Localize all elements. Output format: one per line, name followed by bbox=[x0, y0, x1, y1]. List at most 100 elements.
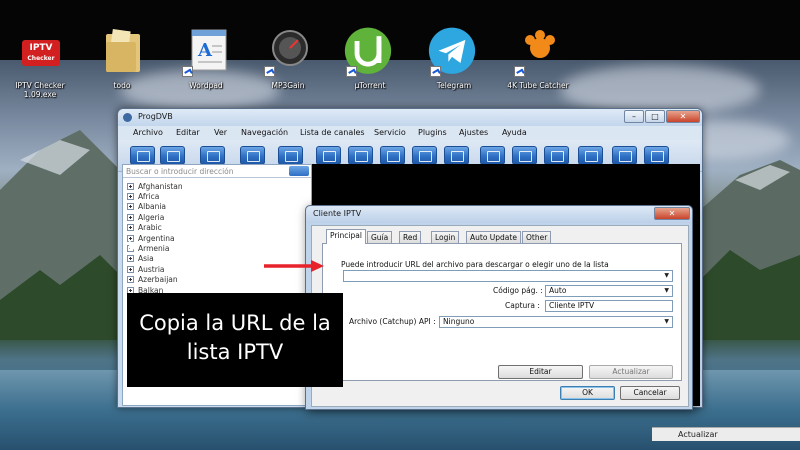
dialog-title: Cliente IPTV bbox=[313, 209, 362, 218]
shortcut-arrow-icon bbox=[182, 66, 193, 77]
menu-archivo[interactable]: Archivo bbox=[133, 128, 163, 137]
maximize-button[interactable]: □ bbox=[645, 110, 665, 123]
cliente-iptv-dialog: Cliente IPTV ✕ Principal Guía Red Login … bbox=[305, 205, 693, 410]
svg-text:A: A bbox=[197, 40, 213, 61]
red-arrow-icon bbox=[264, 260, 324, 272]
list-item[interactable]: Arabic bbox=[127, 223, 307, 233]
expand-icon[interactable] bbox=[127, 193, 134, 201]
list-item[interactable]: Azerbaijan bbox=[127, 275, 307, 285]
mp3gain-icon bbox=[272, 30, 308, 66]
menu-servicio[interactable]: Servicio bbox=[374, 128, 406, 137]
tab-red[interactable]: Red bbox=[399, 231, 422, 243]
tab-principal[interactable]: Principal bbox=[326, 229, 366, 244]
desktop-icon-label: Wordpad bbox=[189, 81, 223, 90]
expand-icon[interactable] bbox=[127, 203, 134, 211]
toolbar-button[interactable] bbox=[380, 146, 405, 165]
channel-group-list: Afghanistan Africa Albania Algeria Arabi… bbox=[127, 181, 307, 295]
list-item[interactable]: Albania bbox=[127, 202, 307, 212]
url-label: Puede introducir URL del archivo para de… bbox=[341, 260, 609, 269]
shortcut-arrow-icon bbox=[346, 66, 357, 77]
toolbar-button[interactable] bbox=[316, 146, 341, 165]
list-item[interactable]: Argentina bbox=[127, 233, 307, 243]
tab-auto-update[interactable]: Auto Update bbox=[466, 231, 521, 243]
menu-ajustes[interactable]: Ajustes bbox=[459, 128, 488, 137]
menu-ver[interactable]: Ver bbox=[214, 128, 227, 137]
desktop-icon-label: µTorrent bbox=[354, 81, 386, 90]
toolbar-button[interactable] bbox=[412, 146, 437, 165]
list-item[interactable]: Armenia bbox=[127, 243, 307, 253]
tube-catcher-icon bbox=[525, 30, 555, 58]
toolbar-button[interactable] bbox=[200, 146, 225, 165]
desktop-icon-4k-tube-catcher[interactable]: 4K Tube Catcher bbox=[506, 28, 570, 96]
desktop-icon-mp3gain[interactable]: MP3Gain bbox=[256, 28, 320, 96]
toolbar-button[interactable] bbox=[512, 146, 537, 165]
capture-label: Captura : bbox=[505, 301, 540, 310]
shortcut-arrow-icon bbox=[514, 66, 525, 77]
toolbar-button[interactable] bbox=[644, 146, 669, 165]
wordpad-icon: A bbox=[191, 29, 227, 71]
expand-icon[interactable] bbox=[127, 255, 134, 263]
folder-icon bbox=[106, 28, 140, 72]
progdvb-app-icon bbox=[123, 113, 132, 122]
desktop-icon-iptv-checker[interactable]: IPTV Checker IPTV Checker 1.09.exe bbox=[8, 28, 72, 99]
expand-icon[interactable] bbox=[127, 265, 134, 273]
menubar: Archivo Editar Ver Navegación Lista de c… bbox=[118, 126, 702, 140]
toolbar-button[interactable] bbox=[130, 146, 155, 165]
codepage-select[interactable]: Auto bbox=[545, 285, 673, 297]
expand-icon[interactable] bbox=[127, 224, 134, 232]
dialog-close-button[interactable]: ✕ bbox=[654, 207, 690, 220]
toolbar-button[interactable] bbox=[578, 146, 603, 165]
dialog-body: Principal Guía Red Login Auto Update Oth… bbox=[311, 225, 689, 407]
capture-input[interactable]: Cliente IPTV bbox=[545, 300, 673, 312]
toolbar-button[interactable] bbox=[444, 146, 469, 165]
tab-other[interactable]: Other bbox=[522, 231, 552, 243]
toolbar-button[interactable] bbox=[544, 146, 569, 165]
desktop-icon-label: todo bbox=[113, 81, 131, 90]
menu-plugins[interactable]: Plugins bbox=[418, 128, 447, 137]
archive-api-select[interactable]: Ninguno bbox=[439, 316, 673, 328]
list-item[interactable]: Afghanistan bbox=[127, 181, 307, 191]
desktop-icon-telegram[interactable]: Telegram bbox=[422, 27, 486, 96]
menu-ayuda[interactable]: Ayuda bbox=[502, 128, 527, 137]
edit-button[interactable]: Editar bbox=[498, 365, 583, 379]
menu-editar[interactable]: Editar bbox=[176, 128, 200, 137]
menu-lista-de-canales[interactable]: Lista de canales bbox=[300, 128, 365, 137]
tab-panel-principal: Puede introducir URL del archivo para de… bbox=[322, 243, 682, 381]
toolbar-button[interactable] bbox=[160, 146, 185, 165]
desktop-icon-label: 4K Tube Catcher bbox=[507, 81, 569, 90]
desktop-icon-utorrent[interactable]: µTorrent bbox=[338, 27, 402, 96]
toolbar-button[interactable] bbox=[612, 146, 637, 165]
dialog-titlebar[interactable]: Cliente IPTV ✕ bbox=[306, 206, 692, 223]
expand-icon[interactable] bbox=[127, 182, 134, 190]
tab-login[interactable]: Login bbox=[431, 231, 460, 243]
background-update-button[interactable]: Actualizar bbox=[652, 427, 800, 441]
desktop-icon-label: Telegram bbox=[436, 81, 472, 90]
search-input[interactable]: Buscar o introducir dirección bbox=[123, 165, 311, 178]
expand-icon[interactable] bbox=[127, 276, 134, 284]
window-title: ProgDVB bbox=[138, 112, 173, 121]
toolbar-button[interactable] bbox=[278, 146, 303, 165]
ok-button[interactable]: OK bbox=[560, 386, 615, 400]
tutorial-caption: Copia la URL de la lista IPTV bbox=[127, 293, 343, 387]
desktop-icon-todo[interactable]: todo bbox=[90, 28, 154, 96]
toolbar-button[interactable] bbox=[480, 146, 505, 165]
minimize-button[interactable]: – bbox=[624, 110, 644, 123]
search-button[interactable] bbox=[289, 166, 309, 176]
menu-navegacion[interactable]: Navegación bbox=[241, 128, 288, 137]
list-item[interactable]: Africa bbox=[127, 191, 307, 201]
shortcut-arrow-icon bbox=[264, 66, 275, 77]
expand-icon[interactable] bbox=[127, 213, 134, 221]
update-button[interactable]: Actualizar bbox=[589, 365, 673, 379]
desktop-icon-label: MP3Gain bbox=[271, 81, 305, 90]
iptv-checker-icon: IPTV Checker bbox=[22, 40, 60, 66]
list-item[interactable]: Algeria bbox=[127, 212, 307, 222]
tab-guia[interactable]: Guía bbox=[367, 231, 393, 243]
toolbar-button[interactable] bbox=[240, 146, 265, 165]
progdvb-titlebar[interactable]: ProgDVB – □ ✕ bbox=[118, 109, 702, 126]
close-button[interactable]: ✕ bbox=[666, 110, 700, 123]
cancel-button[interactable]: Cancelar bbox=[620, 386, 680, 400]
url-combo-input[interactable] bbox=[343, 270, 673, 282]
desktop-icon-wordpad[interactable]: A Wordpad bbox=[174, 28, 238, 96]
toolbar-button[interactable] bbox=[348, 146, 373, 165]
archive-api-label: Archivo (Catchup) API : bbox=[349, 317, 436, 326]
